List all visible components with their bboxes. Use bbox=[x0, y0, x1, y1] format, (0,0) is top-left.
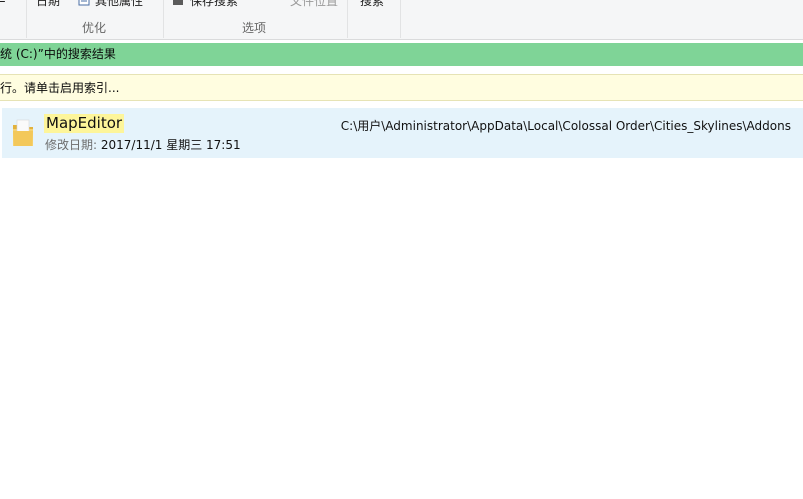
group-label-options: 选项 bbox=[242, 21, 267, 35]
modified-date-label: 修改日期: bbox=[45, 138, 98, 152]
save-icon bbox=[173, 0, 183, 5]
group-separator bbox=[163, 0, 164, 38]
search-button[interactable]: 搜索 bbox=[360, 0, 384, 9]
ribbon: ≡ 日期 其他属性 优化 保存搜索 文件位置 选项 搜索 bbox=[0, 0, 803, 40]
search-result-item[interactable]: MapEditor 修改日期: 2017/11/1 星期三 17:51 C:\用… bbox=[2, 108, 803, 158]
result-modified-date: 修改日期: 2017/11/1 星期三 17:51 bbox=[45, 136, 241, 153]
folder-icon bbox=[13, 119, 33, 146]
group-separator bbox=[26, 0, 27, 38]
search-results-text: 统 (C:)”中的搜索结果 bbox=[0, 47, 116, 61]
other-properties-button[interactable]: 其他属性 bbox=[95, 0, 143, 9]
group-label-optimize: 优化 bbox=[82, 21, 107, 35]
date-button[interactable]: 日期 bbox=[36, 0, 60, 9]
result-name[interactable]: MapEditor bbox=[44, 114, 125, 133]
index-notice-text[interactable]: 行。请单击启用索引... bbox=[0, 81, 119, 95]
open-file-location-button[interactable]: 文件位置 bbox=[290, 0, 338, 9]
modified-date-value: 2017/11/1 星期三 17:51 bbox=[100, 138, 241, 152]
ribbon-partial-char: ≡ bbox=[0, 0, 6, 6]
search-results-banner: 统 (C:)”中的搜索结果 bbox=[0, 43, 803, 66]
save-search-button[interactable]: 保存搜索 bbox=[190, 0, 238, 9]
result-path: C:\用户\Administrator\AppData\Local\Coloss… bbox=[340, 119, 791, 133]
group-separator bbox=[347, 0, 348, 38]
properties-icon bbox=[78, 0, 90, 6]
group-separator bbox=[400, 0, 401, 38]
index-notice-bar[interactable]: 行。请单击启用索引... bbox=[0, 74, 803, 101]
